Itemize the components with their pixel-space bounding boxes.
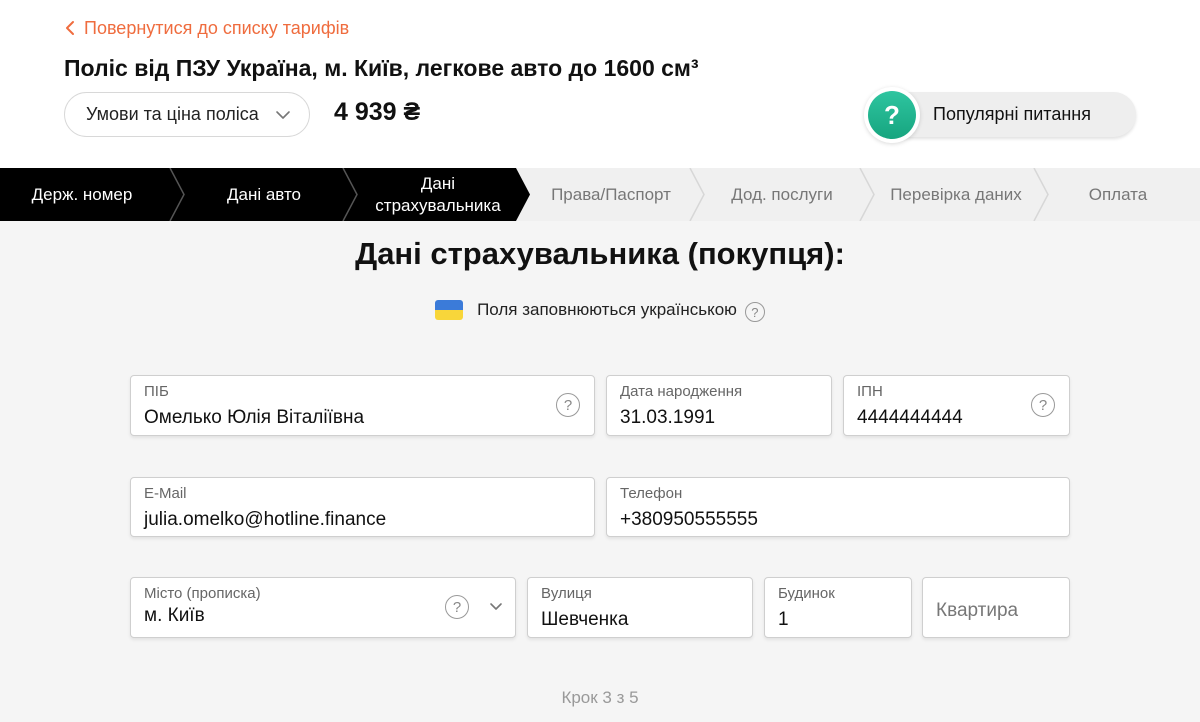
birth-date-field[interactable]: Дата народження 31.03.1991: [606, 375, 832, 436]
policy-title: Поліс від ПЗУ Україна, м. Київ, легкове …: [64, 55, 699, 81]
apartment-field[interactable]: Квартира: [922, 577, 1070, 638]
policy-price: 4 939 ₴: [334, 98, 421, 126]
form-title: Дані страхувальника (покупця):: [355, 236, 845, 271]
email-field[interactable]: E-Mail julia.omelko@hotline.finance: [130, 477, 595, 537]
phone-value[interactable]: +380950555555: [620, 509, 758, 531]
tax-id-field[interactable]: ІПН 4444444444 ?: [843, 375, 1070, 436]
step-car-data[interactable]: Дані авто: [184, 168, 344, 221]
help-icon[interactable]: ?: [445, 595, 469, 619]
full-name-field[interactable]: ПІБ Омелько Юлія Віталіївна ?: [130, 375, 595, 436]
help-icon[interactable]: ?: [744, 302, 765, 322]
full-name-value[interactable]: Омелько Юлія Віталіївна: [144, 407, 364, 429]
faq-label: Популярні питання: [933, 104, 1091, 124]
step-payment[interactable]: Оплата: [1048, 168, 1188, 221]
city-value[interactable]: м. Київ: [144, 605, 205, 627]
house-value[interactable]: 1: [778, 609, 789, 631]
chevron-down-icon: [276, 111, 290, 119]
apartment-placeholder[interactable]: Квартира: [936, 600, 1018, 622]
question-circle-icon: ?: [868, 91, 916, 139]
progress-stepper: Держ. номер Дані авто Дані страхувальник…: [0, 168, 1200, 221]
step-data-check[interactable]: Перевірка даних: [874, 168, 1038, 221]
step-extra-services[interactable]: Дод. послуги: [704, 168, 860, 221]
language-note: Поля заповнюються українською ?: [0, 298, 1200, 322]
house-field[interactable]: Будинок 1: [764, 577, 912, 638]
chevron-left-icon: [66, 21, 74, 35]
step-insurer-data[interactable]: Дані страхувальника: [362, 168, 514, 221]
back-link-label: Повернутися до списку тарифів: [84, 17, 350, 38]
step-counter: Крок 3 з 5: [561, 688, 639, 707]
language-note-text: Поля заповнюються українською: [477, 300, 737, 319]
ukraine-flag-icon: [435, 300, 464, 320]
conditions-label: Умови та ціна поліса: [86, 104, 259, 124]
tax-id-value[interactable]: 4444444444: [857, 407, 963, 429]
help-icon[interactable]: ?: [556, 393, 580, 417]
city-select[interactable]: Місто (прописка) м. Київ ?: [130, 577, 516, 638]
faq-badge[interactable]: ?: [864, 87, 920, 143]
chevron-down-icon[interactable]: [489, 601, 503, 613]
page-header: Повернутися до списку тарифів Поліс від …: [0, 0, 1200, 168]
back-to-tariffs-link[interactable]: Повернутися до списку тарифів: [64, 16, 349, 40]
birth-date-value[interactable]: 31.03.1991: [620, 407, 715, 429]
step-license-passport[interactable]: Права/Паспорт: [532, 168, 690, 221]
step-plate-number[interactable]: Держ. номер: [0, 168, 164, 221]
policy-conditions-dropdown[interactable]: Умови та ціна поліса: [64, 92, 310, 137]
street-value[interactable]: Шевченка: [541, 609, 628, 631]
street-field[interactable]: Вулиця Шевченка: [527, 577, 753, 638]
email-value[interactable]: julia.omelko@hotline.finance: [144, 509, 386, 531]
help-icon[interactable]: ?: [1031, 393, 1055, 417]
phone-field[interactable]: Телефон +380950555555: [606, 477, 1070, 537]
